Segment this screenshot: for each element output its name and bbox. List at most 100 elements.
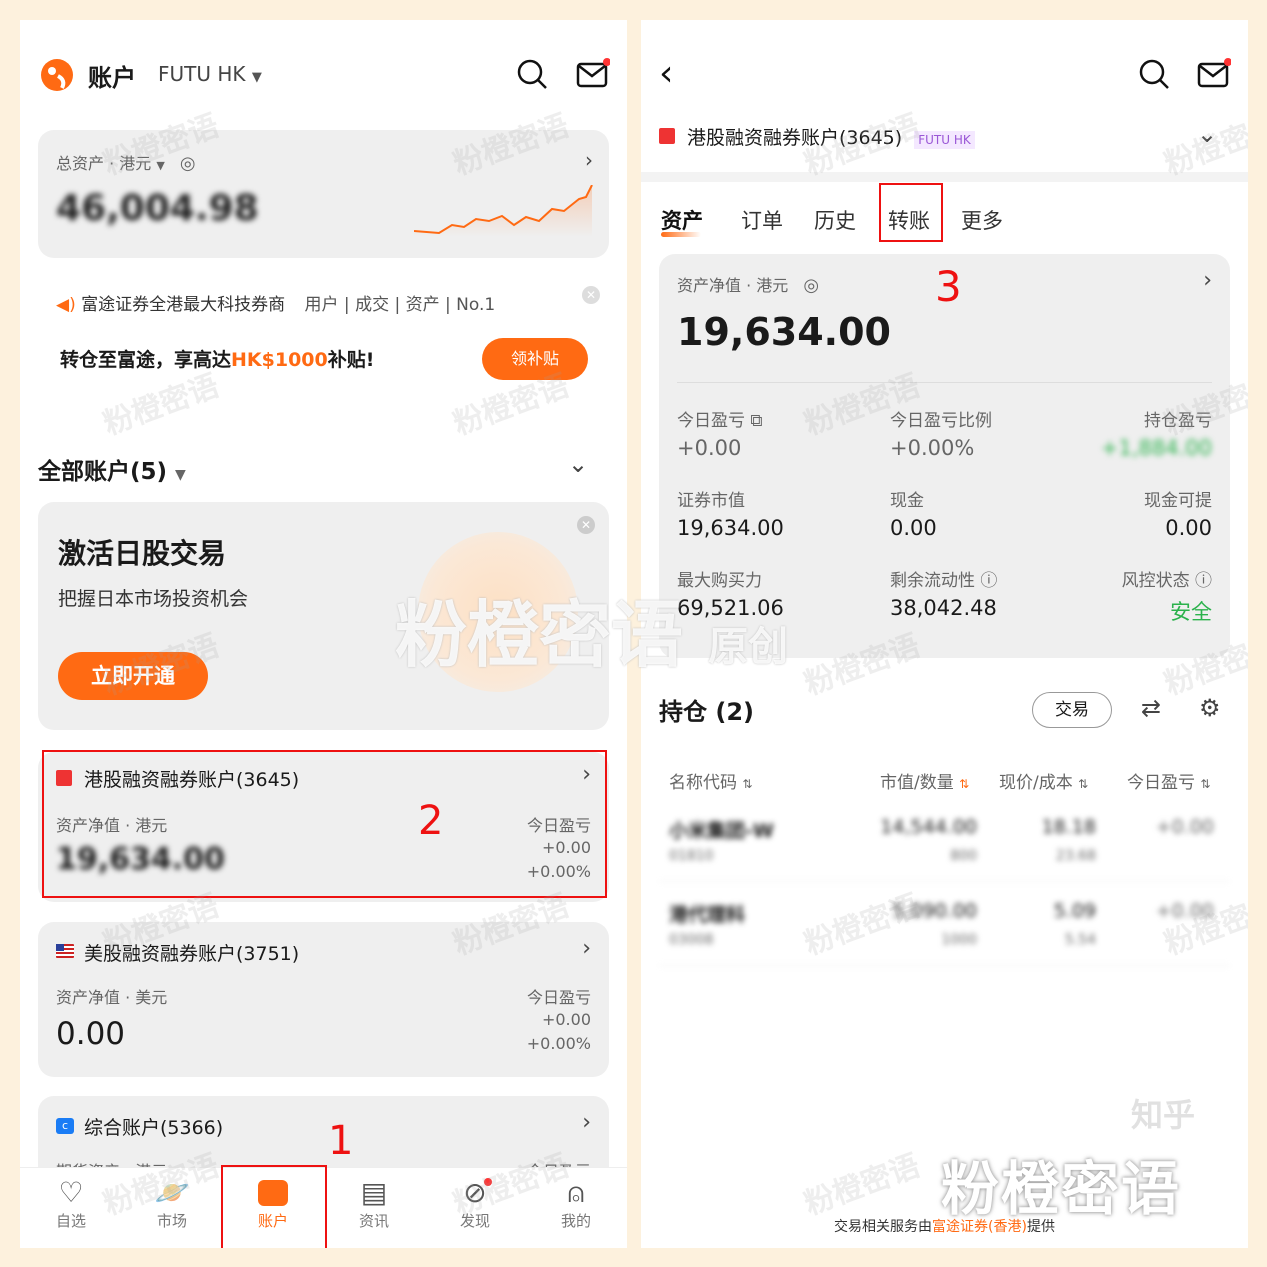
japan-subtitle: 把握日本市场投资机会 (58, 588, 249, 610)
market-value: 5,090.00 (892, 900, 977, 922)
today-pl-label: 今日盈亏 (677, 411, 745, 431)
promo-text-1: 转仓至富途，享高达 (60, 349, 232, 371)
today-pl: +0.00 (1155, 816, 1214, 838)
annotation-3: 3 (935, 262, 962, 311)
divider (641, 172, 1248, 182)
wallet-icon: c (56, 1118, 74, 1134)
caret-down-icon: ▼ (156, 159, 165, 172)
chevron-right-icon: › (582, 1110, 591, 1135)
nav-discover[interactable]: ⊘ 发现 (444, 1176, 506, 1231)
tab-orders[interactable]: 订单 (741, 205, 783, 235)
price: 18.18 (1041, 816, 1096, 838)
col-price[interactable]: 现价/成本 ⇅ (999, 768, 1088, 793)
risk-status: 安全 (1170, 600, 1212, 624)
speaker-icon: ◀) (56, 295, 76, 315)
eye-icon[interactable]: ◎ (803, 275, 819, 296)
annotation-1: 1 (328, 1118, 354, 1164)
mail-icon[interactable] (576, 58, 611, 94)
col-label: 名称代码 (669, 773, 737, 793)
trade-button[interactable]: 交易 (1032, 692, 1112, 728)
col-pl[interactable]: 今日盈亏 ⇅ (1127, 768, 1210, 793)
total-assets-card[interactable]: 总资产 · 港元 ▼ ◎ 46,004.98 › (38, 130, 609, 258)
japan-title: 激活日股交易 (58, 537, 227, 570)
stock-code: 01810 (669, 848, 714, 864)
liquidity-label: 剩余流动性 (890, 571, 975, 591)
nav-me[interactable]: ⍝ 我的 (545, 1176, 607, 1231)
footer-brand[interactable]: 富途证券(香港) (932, 1219, 1027, 1235)
col-name[interactable]: 名称代码 ⇅ (669, 768, 752, 793)
col-label: 市值/数量 (880, 773, 954, 793)
col-label: 今日盈亏 (1127, 773, 1195, 793)
cash-value: 0.00 (890, 516, 937, 540)
notice-bar[interactable]: ◀) 富途证券全港最大科技券商 用户 | 成交 | 资产 | No.1 (56, 290, 495, 315)
col-value[interactable]: 市值/数量 ⇅ (880, 768, 969, 793)
corner-watermark: 粉橙密语 (941, 1155, 1182, 1223)
sort-icon: ⇅ (742, 777, 753, 791)
claim-subsidy-button[interactable]: 领补贴 (482, 338, 588, 380)
back-arrow-icon[interactable]: ‹ (659, 56, 673, 92)
table-row[interactable]: 小米集团-W 01810 14,544.00 800 18.18 23.68 +… (659, 810, 1230, 882)
broker-selector[interactable]: FUTU HK ▼ (158, 62, 262, 86)
promo-text: 转仓至富途，享高达HK$1000补贴! (60, 345, 374, 372)
mail-icon[interactable] (1197, 58, 1232, 94)
nav-news[interactable]: ▤ 资讯 (343, 1176, 405, 1231)
transfer-list-icon[interactable]: ⇄ (1141, 694, 1161, 722)
account-selector[interactable]: 港股融资融券账户(3645) FUTU HK (687, 123, 975, 150)
asset-trend-sparkline (414, 185, 593, 237)
activate-now-button[interactable]: 立即开通 (58, 652, 208, 700)
info-icon[interactable]: ⓘ (1195, 571, 1212, 591)
notice-tags: 用户 | 成交 | 资产 | No.1 (304, 295, 496, 315)
japan-activation-card[interactable]: 激活日股交易 把握日本市场投资机会 立即开通 ✕ (38, 502, 609, 730)
chevron-right-icon: › (582, 936, 591, 961)
footer-suffix: 提供 (1026, 1219, 1055, 1235)
nav-label: 自选 (55, 1212, 86, 1230)
person-icon: ⍝ (567, 1176, 585, 1209)
market-value-label: 证券市值 (677, 491, 745, 511)
price: 5.09 (1053, 900, 1096, 922)
planet-icon: 🪐 (154, 1176, 190, 1209)
asset-summary-card: 资产净值 · 港元 ◎ 3 › 19,634.00 今日盈亏 ⧉ +0.00 今… (659, 254, 1230, 658)
market-value: 14,544.00 (880, 816, 977, 838)
broker-badge: FUTU HK (914, 131, 975, 149)
today-pct-label: 今日盈亏比例 (890, 411, 992, 431)
highlight-box-1 (221, 1165, 327, 1248)
total-assets-value: 46,004.98 (56, 188, 259, 229)
today-pl: +0.00 (677, 436, 742, 460)
us-margin-account-card[interactable]: 美股融资融券账户(3751) › 资产净值 · 美元 0.00 今日盈亏 +0.… (38, 922, 609, 1077)
gear-icon[interactable]: ⚙ (1199, 694, 1221, 722)
tab-assets[interactable]: 资产 (661, 205, 703, 235)
all-accounts-selector[interactable]: 全部账户(5) ▼ (38, 452, 186, 486)
info-icon[interactable]: ⓘ (980, 571, 997, 591)
collapse-chevron-icon[interactable]: ⌄ (568, 450, 588, 478)
today-pl-pct: +0.00% (526, 1034, 591, 1053)
net-value-label: 资产净值 · 美元 (56, 988, 168, 1007)
search-icon[interactable] (516, 58, 548, 94)
withdrawable-value: 0.00 (1165, 516, 1212, 540)
search-icon[interactable] (1138, 58, 1170, 94)
broker-label: FUTU HK (158, 62, 246, 86)
zhihu-watermark: 知乎 (1131, 1096, 1196, 1134)
chevron-right-icon[interactable]: › (1203, 268, 1212, 293)
tab-more[interactable]: 更多 (961, 205, 1003, 235)
positions-title: 持仓 (2) (659, 698, 754, 726)
nav-watchlist[interactable]: ♡ 自选 (40, 1176, 102, 1231)
watermark: 粉橙密语 (98, 368, 224, 443)
close-notice-icon[interactable]: ✕ (582, 286, 600, 304)
eye-icon[interactable]: ◎ (180, 153, 196, 174)
heart-icon: ♡ (58, 1176, 84, 1209)
net-value: 0.00 (56, 1016, 126, 1052)
news-icon: ▤ (360, 1176, 388, 1209)
nav-label: 发现 (459, 1212, 490, 1230)
account-name: 美股融资融券账户(3751) (84, 943, 300, 965)
share-icon[interactable]: ⧉ (750, 411, 762, 431)
table-row[interactable]: 港代理科 03008 5,090.00 1000 5.09 5.54 +0.00 (659, 894, 1230, 966)
futu-logo (38, 56, 76, 94)
close-card-icon[interactable]: ✕ (577, 516, 595, 534)
annotation-2: 2 (418, 798, 444, 844)
today-pct: +0.00% (890, 436, 975, 460)
hold-pl-label: 持仓盈亏 (1144, 411, 1212, 431)
chevron-down-icon[interactable]: ⌄ (1197, 120, 1217, 148)
nav-market[interactable]: 🪐 市场 (141, 1176, 203, 1231)
sort-icon: ⇅ (1200, 777, 1211, 791)
tab-history[interactable]: 历史 (814, 205, 856, 235)
